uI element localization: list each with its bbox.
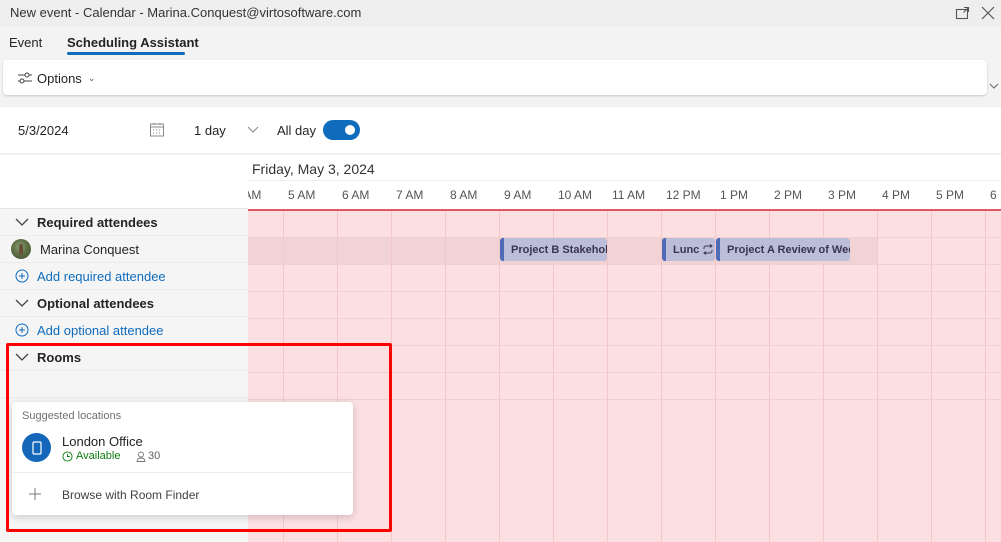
- all-day-label: All day: [277, 123, 317, 138]
- row-gridline: [248, 399, 1001, 400]
- hour-label: 12 PM: [666, 188, 701, 202]
- rooms-header[interactable]: Rooms: [0, 344, 248, 371]
- recurring-icon: [703, 244, 714, 255]
- close-icon[interactable]: [978, 3, 998, 23]
- title-bar: New event - Calendar - Marina.Conquest@v…: [0, 0, 1001, 27]
- calendar-event[interactable]: Lunc: [662, 238, 715, 261]
- hour-label: 5 AM: [288, 188, 316, 202]
- hour-gridline: [499, 211, 500, 542]
- active-tab-indicator: [67, 52, 185, 55]
- hour-gridline: [715, 211, 716, 542]
- browse-room-finder-label: Browse with Room Finder: [62, 488, 200, 502]
- hour-gridline: [445, 211, 446, 542]
- event-title: Project A Review of Wee: [727, 243, 850, 256]
- person-icon: [136, 451, 146, 462]
- row-gridline: [248, 264, 1001, 265]
- options-button[interactable]: Options ⌄: [17, 69, 95, 87]
- hour-gridline: [985, 211, 986, 542]
- row-gridline: [248, 291, 1001, 292]
- calendar-icon[interactable]: [149, 122, 165, 137]
- capacity-value: 30: [148, 450, 161, 462]
- tab-scheduling-assistant[interactable]: Scheduling Assistant: [67, 35, 199, 50]
- attendee-row[interactable]: Marina Conquest: [0, 236, 248, 263]
- row-gridline: [248, 318, 1001, 319]
- tab-event[interactable]: Event: [9, 35, 42, 50]
- hour-gridline: [661, 211, 662, 542]
- event-title: Lunc: [673, 243, 700, 256]
- hour-label: 2 PM: [774, 188, 803, 202]
- room-input-row[interactable]: [0, 371, 248, 398]
- hour-label: 6 PM: [990, 188, 1001, 202]
- attendee-header-spacer: [0, 155, 248, 209]
- hour-label: 8 AM: [450, 188, 478, 202]
- hour-gridline: [607, 211, 608, 542]
- duration-select[interactable]: 1 day: [194, 123, 226, 138]
- availability-label: Available: [76, 450, 121, 462]
- add-circle-icon: [15, 323, 29, 337]
- ribbon: Options ⌄: [3, 60, 987, 95]
- section-label: Rooms: [37, 349, 82, 365]
- room-name: London Office: [62, 434, 143, 449]
- add-optional-attendee-link[interactable]: Add optional attendee: [37, 323, 164, 338]
- options-label: Options: [37, 70, 82, 86]
- add-optional-attendee[interactable]: Add optional attendee: [0, 317, 248, 344]
- hour-label: 11 AM: [612, 188, 646, 202]
- hour-label: 10 AM: [558, 188, 593, 202]
- row-gridline: [248, 237, 1001, 238]
- plus-icon: [29, 488, 41, 500]
- door-icon: [22, 433, 51, 462]
- date-input[interactable]: 5/3/2024: [18, 123, 69, 138]
- add-required-attendee-link[interactable]: Add required attendee: [37, 269, 166, 284]
- day-title: Friday, May 3, 2024: [252, 161, 375, 177]
- room-capacity: 30: [136, 450, 160, 462]
- required-attendees-header[interactable]: Required attendees: [0, 209, 248, 236]
- hour-label: 4 PM: [882, 188, 911, 202]
- hour-gridline: [391, 211, 392, 542]
- day-header: Friday, May 3, 2024: [248, 155, 1001, 181]
- chevron-down-icon[interactable]: [247, 124, 259, 134]
- add-circle-icon: [15, 269, 29, 283]
- schedule-grid[interactable]: Project B Stakeholc Lunc Project A Review …: [248, 209, 1001, 542]
- popout-icon[interactable]: [953, 3, 973, 23]
- hour-label: 6 AM: [342, 188, 370, 202]
- browse-room-finder-button[interactable]: Browse with Room Finder: [12, 473, 353, 515]
- hour-gridline: [931, 211, 932, 542]
- ribbon-expand-chevron-icon[interactable]: [988, 80, 1000, 92]
- all-day-toggle[interactable]: [323, 120, 360, 140]
- hour-label: 3 PM: [828, 188, 857, 202]
- add-required-attendee[interactable]: Add required attendee: [0, 263, 248, 290]
- calendar-event[interactable]: Project B Stakeholc: [500, 238, 607, 261]
- popup-title: Suggested locations: [22, 410, 122, 422]
- hour-label: 5 PM: [936, 188, 965, 202]
- event-title: Project B Stakeholc: [511, 243, 607, 256]
- sliders-icon: [18, 72, 32, 84]
- attendee-name: Marina Conquest: [40, 241, 139, 257]
- section-label: Required attendees: [37, 214, 158, 230]
- room-availability: Available: [62, 450, 120, 462]
- hour-labels-row: 4 AM 5 AM 6 AM 7 AM 8 AM 9 AM 10 AM 11 AM 12 PM 1…: [248, 181, 1001, 209]
- chevron-down-icon: [15, 353, 29, 361]
- hour-label: 4 AM: [248, 188, 262, 202]
- optional-attendees-header[interactable]: Optional attendees: [0, 290, 248, 317]
- chevron-down-icon: ⌄: [87, 72, 96, 83]
- date-toolbar: 5/3/2024 1 day All day: [0, 107, 1001, 154]
- avatar: [11, 239, 31, 259]
- window-title: New event - Calendar - Marina.Conquest@v…: [10, 5, 362, 20]
- hour-label: 1 PM: [720, 188, 749, 202]
- scheduling-assistant-window: New event - Calendar - Marina.Conquest@v…: [0, 0, 1001, 542]
- clock-icon: [62, 450, 73, 462]
- hour-label: 9 AM: [504, 188, 532, 202]
- section-label: Optional attendees: [37, 295, 155, 311]
- hour-gridline: [877, 211, 878, 542]
- row-gridline: [248, 372, 1001, 373]
- hour-label: 7 AM: [396, 188, 424, 202]
- row-gridline: [248, 345, 1001, 346]
- suggested-locations-popup: Suggested locations London Office Availa…: [12, 402, 353, 515]
- chevron-down-icon: [15, 299, 29, 307]
- calendar-event[interactable]: Project A Review of Wee: [716, 238, 850, 261]
- chevron-down-icon: [15, 218, 29, 226]
- toggle-knob: [345, 125, 355, 135]
- room-suggestion-item[interactable]: London Office Available 30: [12, 430, 353, 472]
